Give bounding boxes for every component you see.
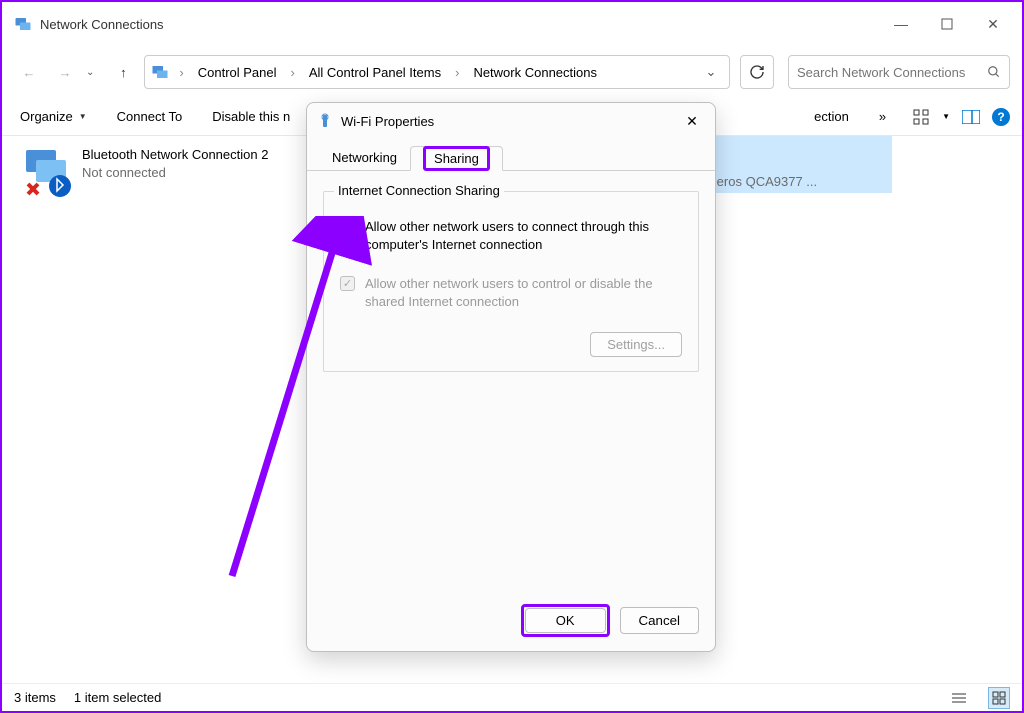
chevron-icon: › — [285, 65, 301, 80]
status-bar: 3 items 1 item selected — [2, 683, 1022, 711]
settings-button: Settings... — [590, 332, 682, 357]
allow-control-checkbox: ✓ — [340, 276, 355, 291]
allow-connect-label: Allow other network users to connect thr… — [365, 218, 682, 253]
up-button[interactable]: ↑ — [108, 57, 138, 87]
titlebar: Network Connections — ✕ — [2, 2, 1022, 46]
groupbox-legend: Internet Connection Sharing — [334, 183, 504, 198]
wifi-properties-dialog: Wi-Fi Properties ✕ Networking Sharing In… — [306, 102, 716, 652]
chevron-icon: › — [173, 65, 189, 80]
status-item-count: 3 items — [14, 690, 56, 705]
forward-button[interactable]: → — [50, 57, 80, 87]
minimize-button[interactable]: — — [878, 8, 924, 40]
help-icon[interactable]: ? — [992, 108, 1010, 126]
ok-button[interactable]: OK — [525, 608, 606, 633]
connection-status: Not connected — [82, 164, 268, 182]
search-box[interactable] — [788, 55, 1010, 89]
network-connections-icon — [14, 15, 32, 33]
address-history-button[interactable]: ⌄ — [699, 60, 723, 84]
allow-connect-checkbox[interactable] — [340, 219, 355, 234]
network-icon-small — [151, 63, 169, 81]
view-options-button[interactable] — [910, 106, 932, 128]
dialog-title: Wi-Fi Properties — [341, 114, 434, 129]
breadcrumb-control-panel[interactable]: Control Panel — [192, 61, 283, 84]
organize-menu[interactable]: Organize▼ — [14, 105, 93, 128]
details-view-button[interactable] — [948, 687, 970, 709]
wifi-icon — [317, 113, 333, 129]
tab-networking[interactable]: Networking — [319, 145, 410, 170]
cancel-button[interactable]: Cancel — [620, 607, 700, 634]
preview-pane-button[interactable] — [960, 106, 982, 128]
refresh-button[interactable] — [740, 55, 774, 89]
more-commands[interactable]: » — [873, 105, 892, 128]
connection-name: Bluetooth Network Connection 2 — [82, 146, 268, 164]
history-dropdown[interactable]: ⌄ — [86, 67, 94, 78]
tab-sharing[interactable]: Sharing — [410, 146, 503, 171]
view-dropdown[interactable]: ▼ — [942, 112, 950, 121]
bluetooth-connection-icon — [20, 146, 72, 198]
tiles-view-button[interactable] — [988, 687, 1010, 709]
connection-bluetooth[interactable]: Bluetooth Network Connection 2 Not conne… — [20, 146, 280, 198]
dialog-close-button[interactable]: ✕ — [679, 108, 705, 134]
dialog-tabs: Networking Sharing — [307, 139, 715, 171]
back-button[interactable]: ← — [14, 57, 44, 87]
window-title: Network Connections — [40, 17, 164, 32]
status-selection: 1 item selected — [74, 690, 161, 705]
search-input[interactable] — [797, 65, 979, 80]
address-bar[interactable]: › Control Panel › All Control Panel Item… — [144, 55, 730, 89]
connect-to-button[interactable]: Connect To — [111, 105, 189, 128]
disable-button[interactable]: Disable this n — [206, 105, 296, 128]
close-button[interactable]: ✕ — [970, 8, 1016, 40]
ics-groupbox: Internet Connection Sharing Allow other … — [323, 191, 699, 372]
breadcrumb-all-items[interactable]: All Control Panel Items — [303, 61, 447, 84]
chevron-icon: › — [449, 65, 465, 80]
search-icon — [987, 65, 1001, 79]
diagnose-connection-button[interactable]: ection — [808, 105, 855, 128]
maximize-button[interactable] — [924, 8, 970, 40]
allow-control-label: Allow other network users to control or … — [365, 275, 682, 310]
nav-row: ← → ⌄ ↑ › Control Panel › All Control Pa… — [2, 46, 1022, 98]
breadcrumb-network-connections[interactable]: Network Connections — [467, 61, 603, 84]
dialog-titlebar: Wi-Fi Properties ✕ — [307, 103, 715, 139]
